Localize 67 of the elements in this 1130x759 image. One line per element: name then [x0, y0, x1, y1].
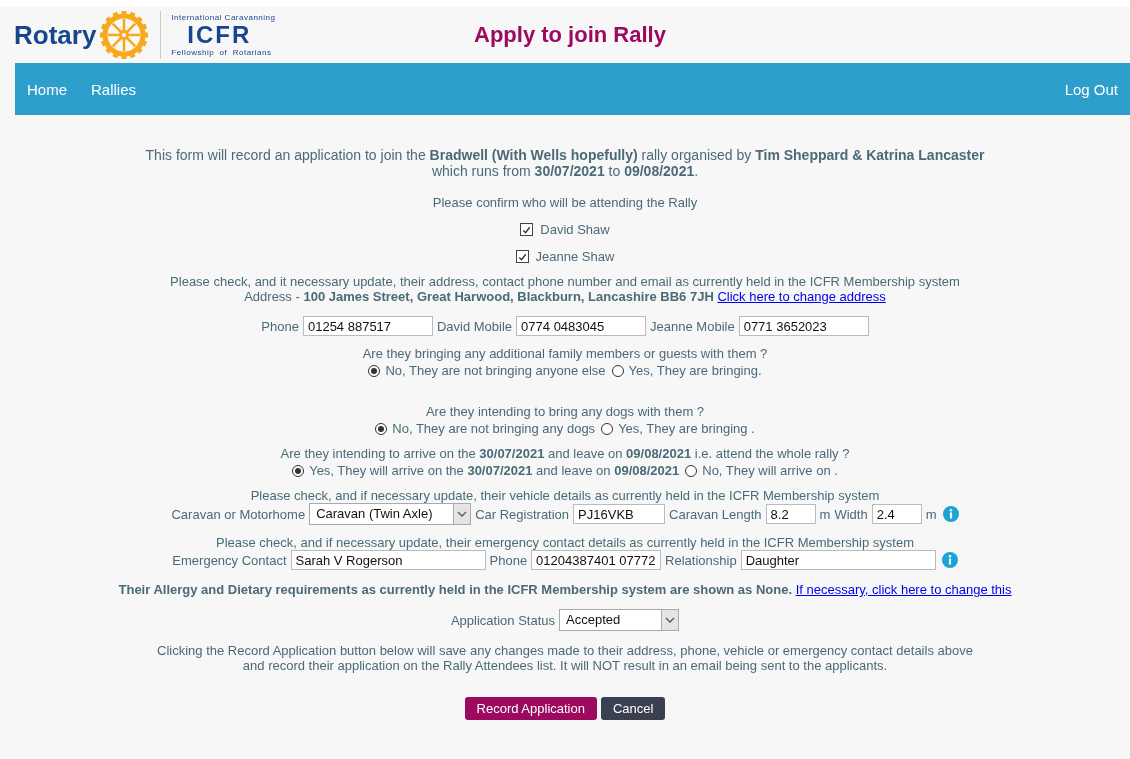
note-text: Please check, and it necessary update, their address, contact phone number and email as currently held in the ICFR Membership system: [170, 274, 960, 289]
address-text: Address - 100 James Street, Great Harwood, Blackburn, Lancashire BB6 7JH: [244, 289, 714, 304]
option-label: No, They are not bringing anyone else: [385, 363, 606, 378]
caret-icon: [661, 610, 679, 630]
page-title: Apply to join Rally: [474, 22, 666, 48]
phone-field[interactable]: 01254 887517: [302, 316, 433, 336]
field-label: Emergency Contact: [172, 552, 287, 568]
prompt-text: Please confirm who will be attending the Rally: [432, 195, 698, 210]
phone-field[interactable]: 0771 3652023: [738, 316, 869, 336]
note-text: Please check, and if necessary update, their emergency contact details as currently held in the ICFR Membership system: [216, 535, 914, 550]
input-field[interactable]: 01204387401 07772: [531, 550, 662, 570]
attendee-checkbox[interactable]: [515, 250, 529, 263]
field-label: Application Status: [450, 612, 556, 628]
phone-field[interactable]: 0774 0483045: [516, 316, 647, 336]
radio-button[interactable]: [601, 422, 614, 435]
option-label: Yes, They are bringing.: [628, 363, 762, 378]
input-field[interactable]: Sarah V Rogerson: [290, 550, 486, 570]
field-label: Phone: [261, 318, 299, 334]
note-text: Clicking the Record Application button below will save any changes made to their address, phone, vehicle or emergency contact details above: [157, 643, 973, 658]
input-field[interactable]: PJ16VKB: [573, 504, 666, 524]
change-allergy-link[interactable]: If necessary, click here to change this: [795, 582, 1012, 597]
field-label: m: [819, 506, 831, 522]
field-label: Jeanne Mobile: [650, 318, 735, 334]
club-tagline: Fellowship of Rotarians: [171, 48, 272, 57]
field-label: David Mobile: [436, 318, 513, 334]
record-button[interactable]: Record Application: [464, 697, 597, 720]
field-label: Width: [834, 506, 868, 522]
brand-name: Rotary: [14, 19, 97, 51]
note-text: and record their application on the Rally Attendees list. It will NOT result in an email being sent to the applicants.: [242, 658, 888, 673]
input-field[interactable]: Daughter: [740, 550, 936, 570]
radio-button[interactable]: [368, 364, 381, 377]
input-field[interactable]: 2.4: [871, 504, 922, 524]
field-label: Phone: [489, 552, 528, 568]
note-text: Please check, and if necessary update, their vehicle details as currently held in the ICFR Membership system: [250, 488, 880, 503]
status-select[interactable]: Accepted: [559, 609, 680, 631]
attendee-checkbox[interactable]: [520, 223, 534, 236]
radio-button[interactable]: [685, 464, 698, 477]
attendee-name: David Shaw: [540, 222, 610, 237]
info-icon[interactable]: [941, 552, 958, 568]
intro-text: This form will record an application to join the Bradwell (With Wells hopefully) rally organised by Tim Sheppard & Katrina Lancaster: [145, 147, 985, 163]
field-label: Caravan or Motorhome: [171, 506, 306, 522]
allergy-text: Their Allergy and Dietary requirements as currently held in the ICFR Membership system are shown as None.: [118, 582, 793, 597]
intro-text: which runs from 30/07/2021 to 09/08/2021.: [431, 163, 699, 179]
radio-button[interactable]: [292, 464, 305, 477]
club-tagline: International Caravanning: [171, 13, 276, 22]
field-label: Car Registration: [475, 506, 570, 522]
question-text: Are they intending to bring any dogs with them ?: [425, 404, 705, 419]
caret-icon: [453, 504, 471, 524]
field-label: Relationship: [665, 552, 737, 568]
question-text: Are they intending to arrive on the 30/07/2021 and leave on 09/08/2021 i.e. attend the whole rally ?: [280, 446, 850, 461]
field-label: m: [925, 506, 937, 522]
cancel-button[interactable]: Cancel: [600, 697, 666, 720]
question-text: Are they bringing any additional family members or guests with them ?: [362, 346, 768, 361]
wheel-logo-icon: [100, 11, 149, 59]
field-label: Caravan Length: [669, 506, 762, 522]
attendee-name: Jeanne Shaw: [535, 249, 615, 264]
change-address-link[interactable]: Click here to change address: [717, 289, 886, 304]
radio-button[interactable]: [611, 364, 624, 377]
info-icon[interactable]: [942, 506, 959, 522]
club-name: ICFR: [187, 22, 252, 48]
option-label: Yes, They are bringing .: [618, 421, 755, 436]
option-label: No, They will arrive on .: [702, 463, 838, 478]
option-label: No, They are not bringing any dogs: [392, 421, 596, 436]
input-field[interactable]: 8.2: [765, 504, 816, 524]
vehicle-type-select[interactable]: Caravan (Twin Axle): [309, 503, 472, 525]
radio-button[interactable]: [375, 422, 388, 435]
option-label: Yes, They will arrive on the 30/07/2021 and leave on 09/08/2021: [309, 463, 680, 478]
